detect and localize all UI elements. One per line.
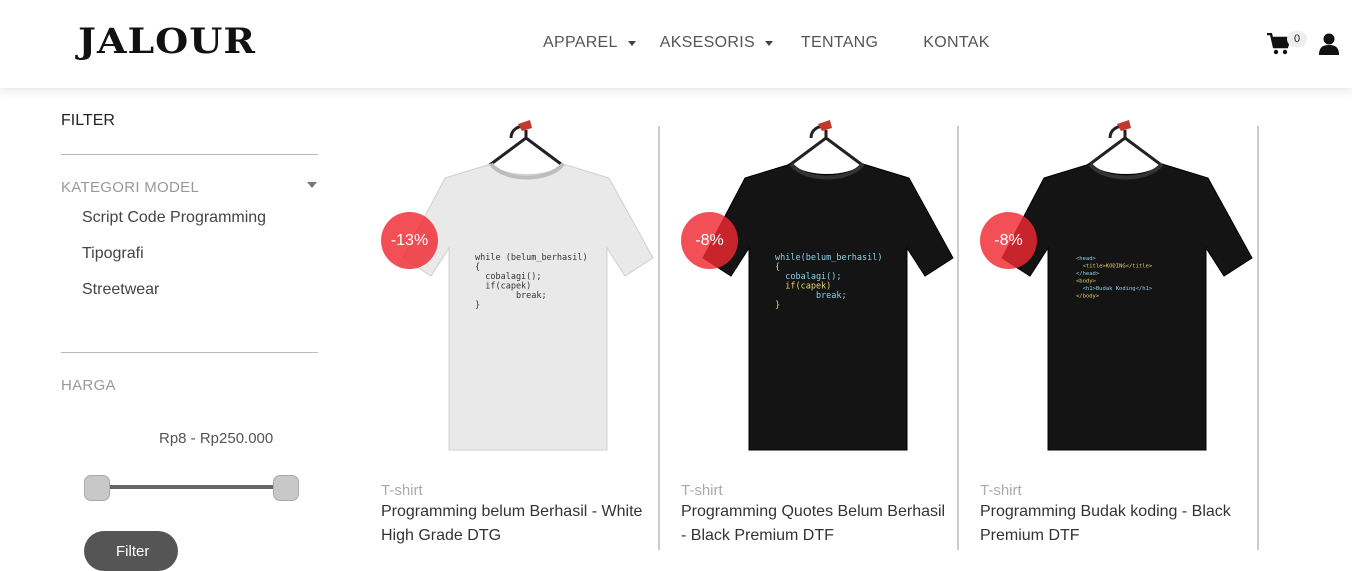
discount-badge: -13% — [381, 212, 438, 269]
svg-text:</head>: </head> — [1076, 271, 1100, 277]
user-icon[interactable] — [1319, 33, 1339, 55]
cart-count-badge: 0 — [1287, 31, 1307, 47]
svg-text:<head>: <head> — [1076, 256, 1097, 262]
nav-item-label: KONTAK — [923, 34, 990, 51]
svg-text:break;: break; — [475, 291, 547, 301]
category-item-tipografi[interactable]: Tipografi — [82, 245, 144, 263]
price-slider-track[interactable] — [95, 485, 291, 489]
nav-item-tentang[interactable]: TENTANG — [801, 34, 878, 52]
product-card[interactable]: while (belum_berhasil){ cobalagi(); if(c… — [381, 120, 671, 550]
svg-text:}: } — [475, 301, 480, 311]
nav-item-apparel[interactable]: APPAREL — [543, 34, 636, 52]
svg-text:}: } — [775, 301, 780, 311]
site-logo[interactable]: JALOUR — [78, 20, 256, 61]
svg-text:<title>KODING</title>: <title>KODING</title> — [1076, 264, 1153, 270]
chevron-down-icon — [627, 40, 636, 46]
discount-badge: -8% — [980, 212, 1037, 269]
divider — [61, 154, 318, 155]
category-item-script-code[interactable]: Script Code Programming — [82, 209, 266, 227]
product-name[interactable]: Programming Budak koding - Black Premium… — [980, 500, 1250, 548]
svg-text:cobalagi();: cobalagi(); — [775, 272, 842, 282]
svg-text:</body>: </body> — [1076, 294, 1100, 300]
product-type: T-shirt — [980, 482, 1022, 499]
product-type: T-shirt — [381, 482, 423, 499]
divider — [61, 352, 318, 353]
product-name[interactable]: Programming belum Berhasil - White High … — [381, 500, 651, 548]
chevron-down-icon — [764, 40, 773, 46]
product-image[interactable]: while(belum_berhasil){ cobalagi(); if(ca… — [693, 120, 963, 465]
discount-badge: -8% — [681, 212, 738, 269]
product-card[interactable]: while(belum_berhasil){ cobalagi(); if(ca… — [681, 120, 971, 550]
product-name[interactable]: Programming Quotes Belum Berhasil - Blac… — [681, 500, 951, 548]
svg-text:while(belum_berhasil): while(belum_berhasil) — [775, 253, 882, 263]
svg-text:break;: break; — [775, 291, 847, 301]
nav-item-label: TENTANG — [800, 34, 879, 51]
svg-text:{: { — [475, 263, 480, 273]
product-image[interactable]: while (belum_berhasil){ cobalagi(); if(c… — [393, 120, 663, 465]
filter-button[interactable]: Filter — [84, 531, 178, 571]
nav-item-label: AKSESORIS — [659, 34, 755, 51]
svg-text:<h1>Budak Koding</h1>: <h1>Budak Koding</h1> — [1076, 286, 1153, 292]
nav-item-kontak[interactable]: KONTAK — [923, 34, 989, 52]
price-range-label: Rp8 - Rp250.000 — [159, 430, 274, 447]
price-slider-max-handle[interactable] — [273, 475, 299, 501]
svg-text:if(capek): if(capek) — [475, 282, 531, 292]
svg-text:{: { — [775, 263, 780, 273]
chevron-down-icon[interactable] — [307, 182, 317, 188]
price-slider-min-handle[interactable] — [84, 475, 110, 501]
main-nav: APPAREL AKSESORIS TENTANG KONTAK — [543, 34, 990, 52]
svg-text:if(capek): if(capek) — [775, 282, 831, 292]
product-type: T-shirt — [681, 482, 723, 499]
filter-title: FILTER — [61, 112, 115, 129]
svg-text:while (belum_berhasil): while (belum_berhasil) — [475, 253, 588, 263]
product-image[interactable]: <head> <title>KODING</title></head> <body… — [992, 120, 1262, 465]
site-header: JALOUR APPAREL AKSESORIS TENTANG KONTAK … — [0, 0, 1352, 88]
category-item-streetwear[interactable]: Streetwear — [82, 281, 159, 299]
price-section-title: HARGA — [61, 377, 116, 394]
nav-item-aksesoris[interactable]: AKSESORIS — [660, 34, 773, 52]
product-card[interactable]: <head> <title>KODING</title> </head> <body… — [980, 120, 1270, 550]
category-section-title[interactable]: KATEGORI MODEL — [61, 179, 199, 196]
svg-text:cobalagi();: cobalagi(); — [475, 272, 542, 282]
svg-text:<body>: <body> — [1076, 279, 1097, 285]
nav-item-label: APPAREL — [543, 34, 618, 51]
